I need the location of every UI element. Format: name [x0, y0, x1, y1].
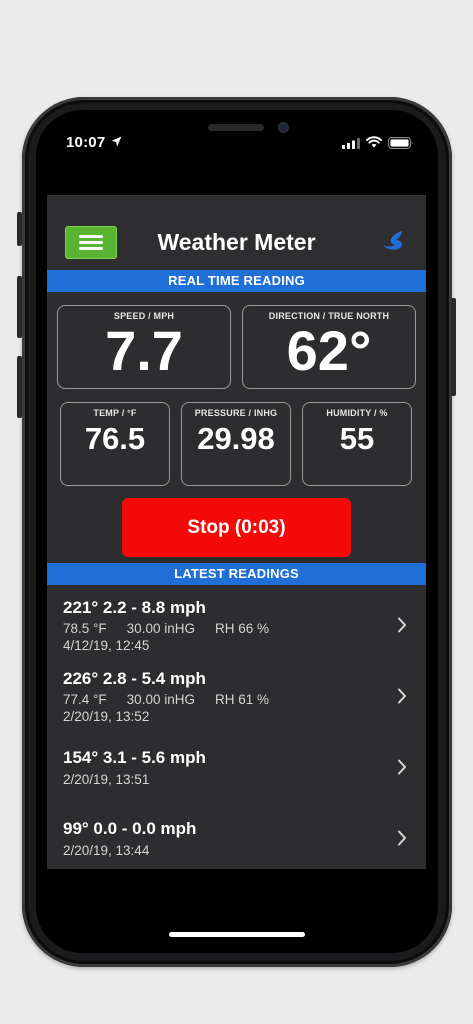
location-arrow-icon — [111, 136, 122, 147]
home-indicator[interactable] — [169, 932, 305, 937]
chevron-right-icon — [398, 759, 406, 775]
humidity-card: HUMIDITY / % 55 — [302, 402, 412, 486]
reading-row[interactable]: 221° 2.2 - 8.8 mph 78.5 °F 30.00 inHG RH 6… — [47, 588, 426, 659]
reading-humidity: RH 66 % — [214, 621, 269, 636]
pressure-value: 29.98 — [197, 421, 275, 456]
speed-card: SPEED / MPH 7.7 — [57, 305, 231, 389]
reading-pressure: 30.00 inHG — [126, 621, 195, 636]
chevron-right-icon — [398, 617, 406, 633]
app-header: Weather Meter — [47, 195, 426, 270]
status-bar: 10:07 — [36, 110, 438, 170]
reading-date: 2/20/19, 13:52 — [63, 709, 150, 724]
reading-details: 77.4 °F 30.00 inHG RH 61 % — [63, 692, 289, 707]
status-time: 10:07 — [66, 134, 106, 151]
cellular-signal-icon — [342, 138, 360, 149]
reading-temp: 77.4 °F — [63, 692, 107, 707]
reading-title: 226° 2.8 - 5.4 mph — [63, 669, 206, 688]
reading-row[interactable]: 226° 2.8 - 5.4 mph 77.4 °F 30.00 inHG RH 6… — [47, 659, 426, 730]
power-button — [451, 298, 456, 396]
reading-row[interactable]: 99° 0.0 - 0.0 mph 2/20/19, 13:44 — [47, 801, 426, 869]
humidity-value: 55 — [339, 421, 375, 456]
chevron-right-icon — [398, 830, 406, 846]
reading-humidity: RH 61 % — [214, 692, 269, 707]
battery-icon — [388, 137, 413, 149]
mute-switch — [17, 212, 22, 246]
wifi-icon — [366, 136, 382, 148]
direction-value: 62° — [286, 319, 372, 382]
reading-date: 2/20/19, 13:51 — [63, 772, 150, 787]
volume-up-button — [17, 276, 22, 338]
latest-section-heading: LATEST READINGS — [47, 563, 426, 585]
volume-down-button — [17, 356, 22, 418]
reading-title: 154° 3.1 - 5.6 mph — [63, 748, 206, 767]
reading-pressure: 30.00 inHG — [126, 692, 195, 707]
phone-screen: 10:07 Weather Meter REAL TIME READING SP… — [36, 110, 438, 953]
temp-label: TEMP / °F — [93, 408, 137, 418]
humidity-label: HUMIDITY / % — [326, 408, 388, 418]
reading-title: 221° 2.2 - 8.8 mph — [63, 598, 206, 617]
reading-details: 78.5 °F 30.00 inHG RH 66 % — [63, 621, 289, 636]
reading-row[interactable]: 154° 3.1 - 5.6 mph 2/20/19, 13:51 — [47, 730, 426, 801]
direction-card: DIRECTION / TRUE NORTH 62° — [242, 305, 416, 389]
pressure-label: PRESSURE / INHG — [194, 408, 278, 418]
reading-temp: 78.5 °F — [63, 621, 107, 636]
pressure-card: PRESSURE / INHG 29.98 — [181, 402, 291, 486]
temp-card: TEMP / °F 76.5 — [60, 402, 170, 486]
speed-value: 7.7 — [105, 319, 183, 382]
reading-title: 99° 0.0 - 0.0 mph — [63, 819, 197, 838]
reading-date: 2/20/19, 13:44 — [63, 843, 150, 858]
reading-date: 4/12/19, 12:45 — [63, 638, 150, 653]
stop-button[interactable]: Stop (0:03) — [122, 498, 351, 557]
realtime-section-heading: REAL TIME READING — [47, 270, 426, 292]
app-title: Weather Meter — [157, 229, 316, 255]
chevron-right-icon — [398, 688, 406, 704]
temp-value: 76.5 — [84, 421, 146, 456]
brand-swoosh-icon — [383, 231, 403, 250]
weather-meter-app: Weather Meter REAL TIME READING SPEED / … — [47, 195, 426, 869]
